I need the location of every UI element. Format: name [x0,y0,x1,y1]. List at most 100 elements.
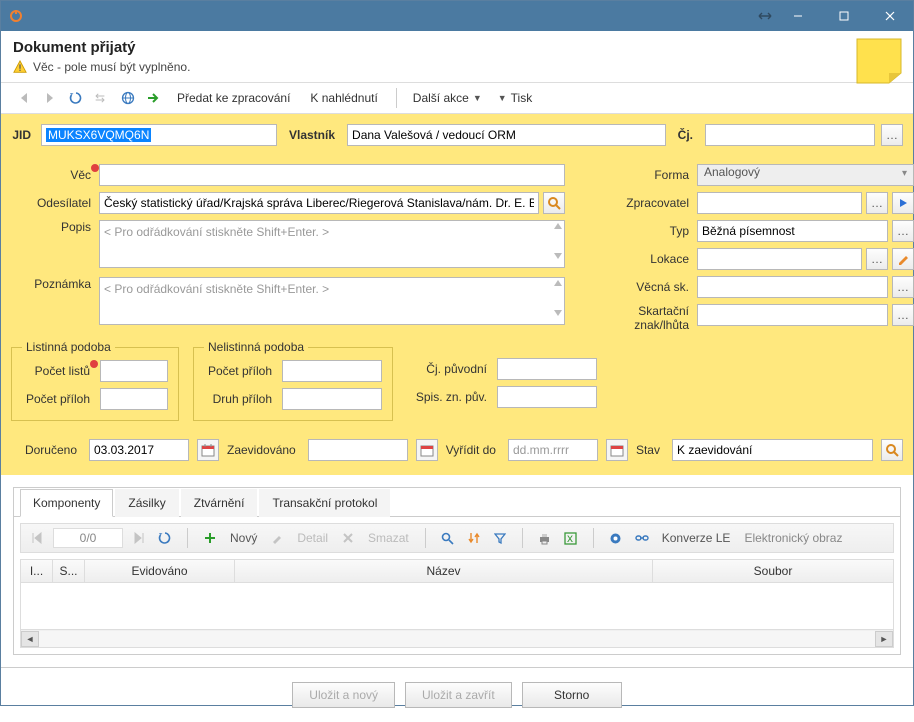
close-button[interactable] [867,1,913,31]
cj-browse-button[interactable]: … [881,124,903,146]
nahled-button[interactable]: K nahlédnutí [302,91,385,105]
cj-field[interactable] [705,124,875,146]
stav-search-button[interactable] [881,439,903,461]
minimize-button[interactable] [775,1,821,31]
poznamka-textarea[interactable] [99,277,565,325]
globe-button[interactable] [117,87,139,109]
forward-action-icon[interactable] [143,87,165,109]
zaevidovano-field[interactable] [308,439,408,461]
nav-last-button[interactable] [129,528,149,548]
zpracovatel-play-button[interactable] [892,192,914,214]
zpracovatel-browse-button[interactable]: … [866,192,888,214]
vec-field[interactable] [99,164,565,186]
right-column: Forma Analogový Zpracovatel … Typ … Loka… [593,164,903,421]
np-pocet-priloh-label: Počet příloh [204,364,276,378]
doruceno-label: Doručeno [11,443,81,457]
col-soubor[interactable]: Soubor [653,560,893,582]
page-title: Dokument přijatý [13,39,901,56]
spis-zn-field[interactable] [497,386,597,408]
listinna-legend: Listinná podoba [22,340,115,354]
nav-forward-button[interactable] [39,87,61,109]
odesilatel-field[interactable] [99,192,539,214]
maximize-button[interactable] [821,1,867,31]
tab-ztvarneni[interactable]: Ztvárnění [181,489,258,517]
zpracovatel-field[interactable] [697,192,862,214]
jid-field[interactable]: MUKSX6VQMQ6N [41,124,277,146]
refresh-button[interactable] [65,87,87,109]
lokace-field[interactable] [697,248,862,270]
vlastnik-field[interactable] [347,124,666,146]
separator [187,528,188,548]
drag-handle-icon[interactable] [755,11,775,21]
print-button[interactable] [535,528,555,548]
lokace-browse-button[interactable]: … [866,248,888,270]
attach-button[interactable] [606,528,626,548]
col-nazev[interactable]: Název [235,560,653,582]
cj-puvodni-label: Čj. původní [407,362,491,376]
pocet-priloh-field[interactable] [100,388,168,410]
link-button[interactable]: ⇆ [91,87,113,109]
add-icon[interactable] [200,528,220,548]
forma-select[interactable]: Analogový [697,164,914,186]
dalsi-akce-dropdown[interactable]: Další akce▼ [407,91,488,105]
refresh-sub-button[interactable] [155,528,175,548]
table-body[interactable] [21,583,893,629]
search-sub-button[interactable] [438,528,458,548]
druh-priloh-field[interactable] [282,388,382,410]
scroll-track[interactable] [39,631,875,647]
save-close-button[interactable]: Uložit a zavřít [405,682,512,708]
tab-zasilky[interactable]: Zásilky [115,489,178,517]
stav-field[interactable] [672,439,873,461]
tab-transakcni-protokol[interactable]: Transakční protokol [259,489,390,517]
typ-field[interactable] [697,220,888,242]
col-evidovano[interactable]: Evidováno [85,560,235,582]
table: I... S... Evidováno Název Soubor ◄ ► [20,559,894,648]
sort-button[interactable] [464,528,484,548]
col-s[interactable]: S... [53,560,85,582]
main-two-columns: Věc Odesílatel Popis Poznámka [11,164,903,421]
cj-puvodni-field[interactable] [497,358,597,380]
skart-field[interactable] [697,304,888,326]
col-i[interactable]: I... [21,560,53,582]
np-pocet-priloh-field[interactable] [282,360,382,382]
sticky-note-icon[interactable] [855,37,903,85]
vyridit-calendar-button[interactable] [606,439,628,461]
elektronicky-obraz-label[interactable]: Elektronický obraz [740,531,846,545]
storno-button[interactable]: Storno [522,682,622,708]
svg-text:⇆: ⇆ [95,91,105,105]
odesilatel-search-button[interactable] [543,192,565,214]
typ-browse-button[interactable]: … [892,220,914,242]
predat-button[interactable]: Předat ke zpracování [169,91,298,105]
validation-warning: Věc - pole musí být vyplněno. [13,60,901,74]
nav-back-button[interactable] [13,87,35,109]
novy-button[interactable]: Nový [226,531,261,545]
tisk-dropdown[interactable]: ▼Tisk [492,91,538,105]
zaevidovano-calendar-button[interactable] [416,439,438,461]
table-header: I... S... Evidováno Název Soubor [21,560,893,583]
tab-komponenty[interactable]: Komponenty [20,489,113,517]
horizontal-scrollbar[interactable]: ◄ ► [21,629,893,647]
filter-button[interactable] [490,528,510,548]
scroll-right-arrow[interactable]: ► [875,631,893,647]
groups-row: Listinná podoba Počet listů Počet příloh… [11,340,565,421]
pocet-listu-field[interactable] [100,360,168,382]
doruceno-calendar-button[interactable] [197,439,219,461]
cj-puvodni-group: Čj. původní Spis. zn. pův. [407,358,597,408]
doruceno-field[interactable] [89,439,189,461]
vecna-browse-button[interactable]: … [892,276,914,298]
spinner-icons [554,280,562,316]
vecna-field[interactable] [697,276,888,298]
nav-first-button[interactable] [27,528,47,548]
vyridit-field[interactable] [508,439,598,461]
konverze-button[interactable]: Konverze LE [658,531,735,545]
scroll-left-arrow[interactable]: ◄ [21,631,39,647]
header: Dokument přijatý Věc - pole musí být vyp… [1,31,913,78]
save-new-button[interactable]: Uložit a nový [292,682,395,708]
lokace-edit-button[interactable] [892,248,914,270]
popis-textarea[interactable] [99,220,565,268]
link-icon[interactable] [632,528,652,548]
export-button[interactable]: x [561,528,581,548]
detail-icon [267,528,287,548]
app-icon [1,1,31,31]
skart-browse-button[interactable]: … [892,304,914,326]
